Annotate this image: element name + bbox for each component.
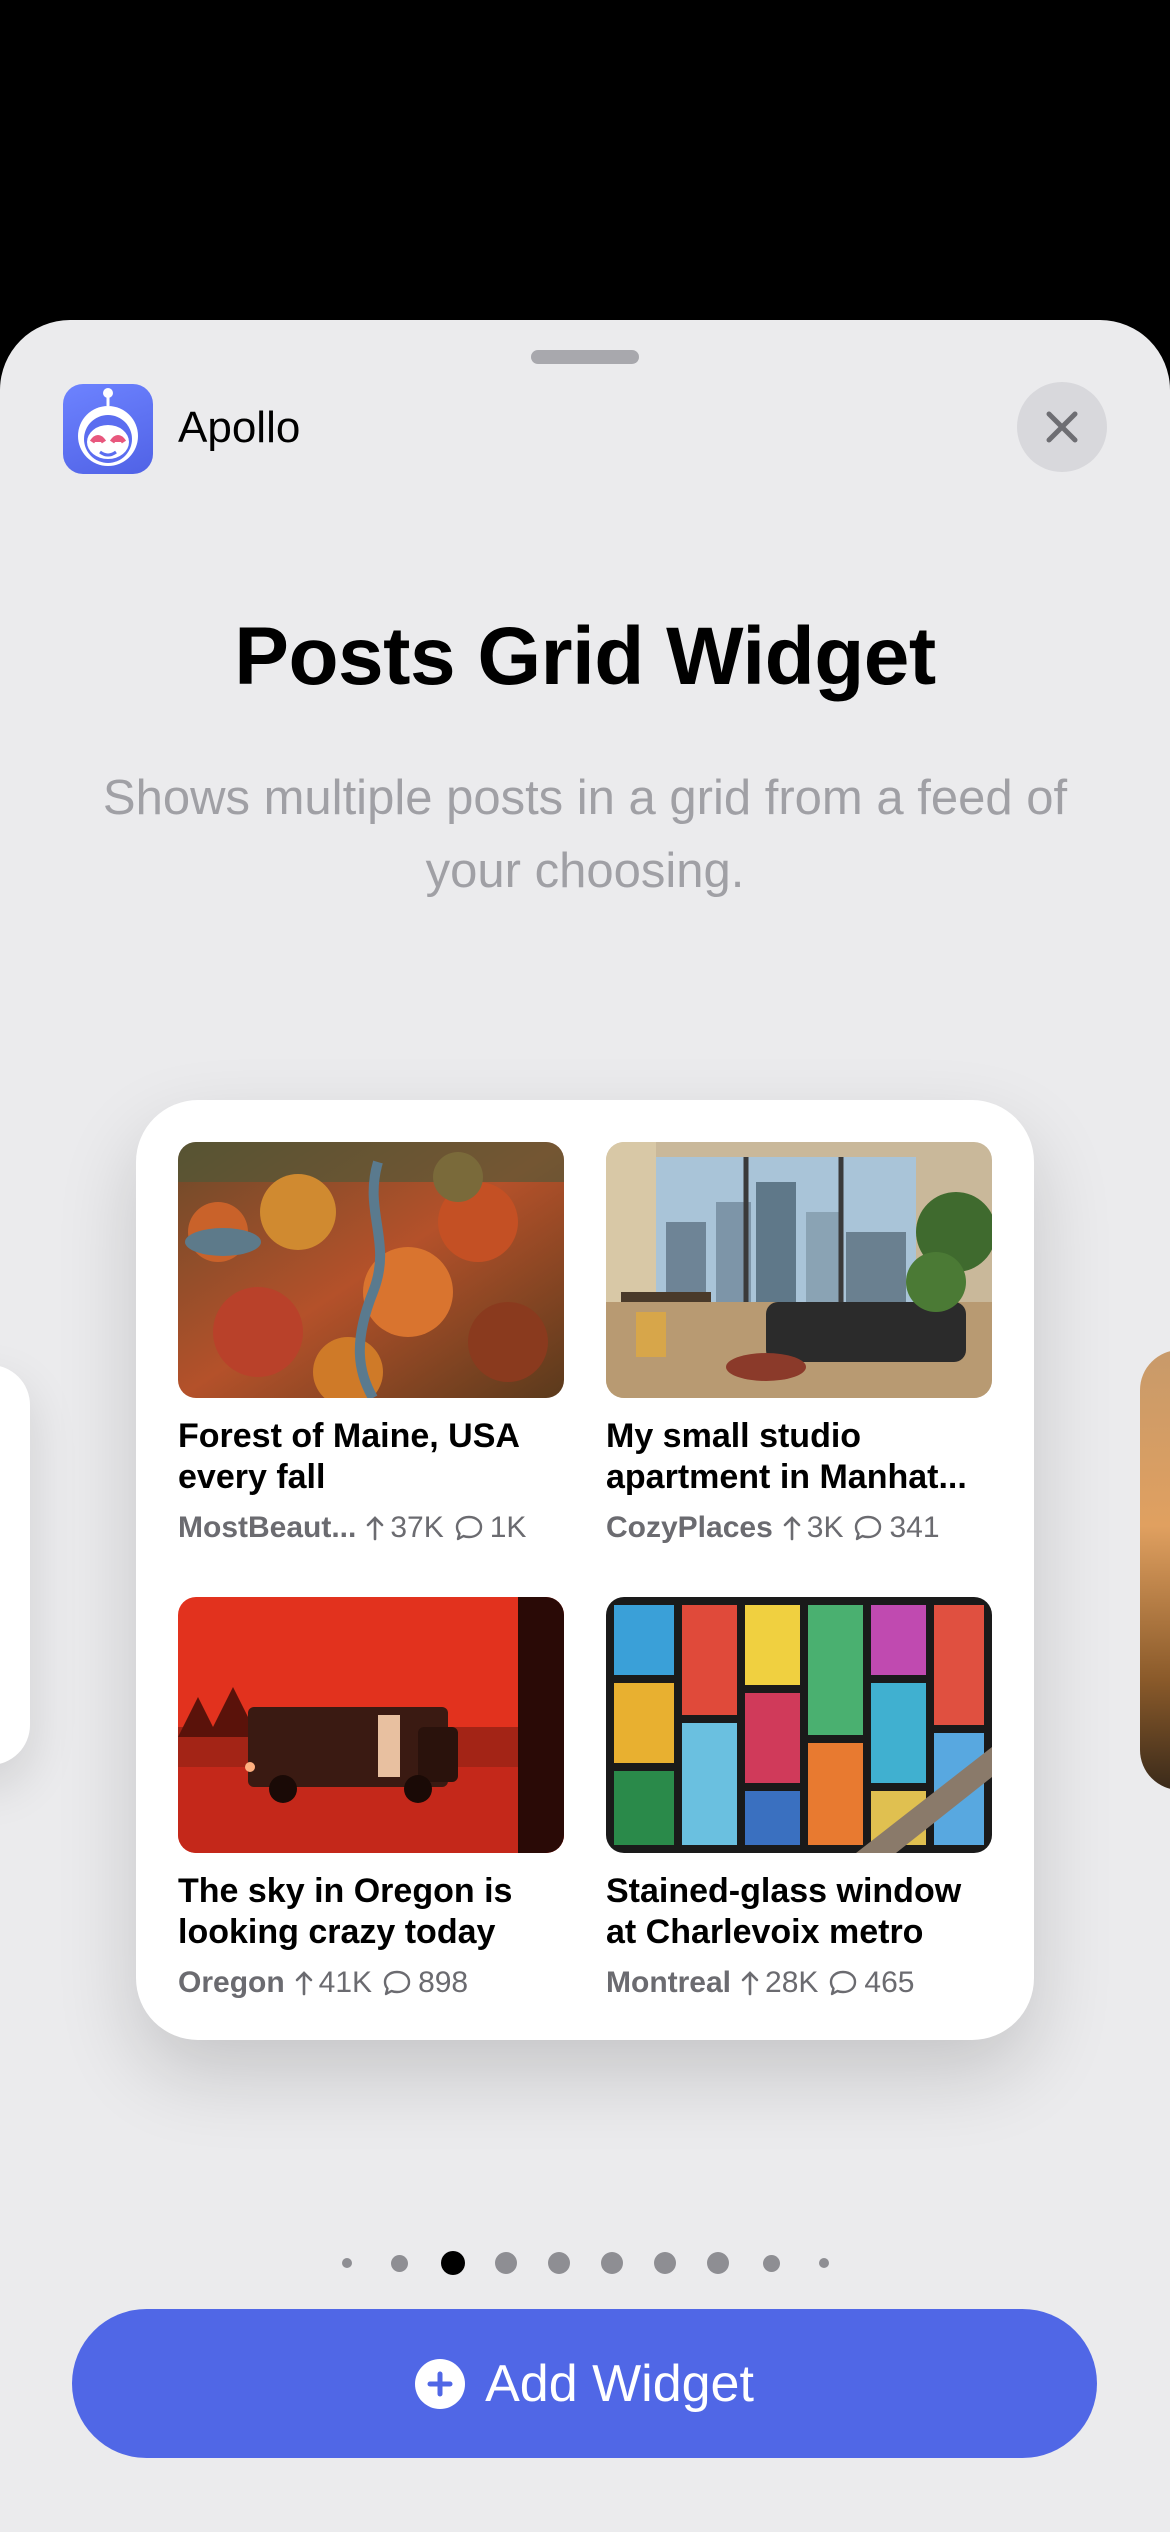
stained-glass-window-image	[606, 1597, 992, 1853]
add-widget-button[interactable]: Add Widget	[72, 2309, 1097, 2458]
post-subreddit: MostBeaut...	[178, 1511, 357, 1544]
apollo-robot-icon	[63, 384, 153, 474]
page-dot[interactable]	[819, 2258, 829, 2268]
post-upvotes: 28K	[765, 1966, 819, 1999]
comment-bubble-icon	[454, 1514, 484, 1542]
page-dot[interactable]	[707, 2252, 729, 2274]
upvote-arrow-icon	[295, 1970, 313, 1996]
post-thumbnail	[178, 1597, 564, 1853]
autumn-forest-aerial-image	[178, 1142, 564, 1398]
page-indicator[interactable]	[0, 2243, 1170, 2283]
post-meta: CozyPlaces 3K 341	[606, 1508, 992, 1548]
upvote-arrow-icon	[366, 1515, 384, 1541]
page-dot[interactable]	[762, 2254, 780, 2272]
upvote-arrow-icon	[741, 1970, 759, 1996]
post-comments: 898	[418, 1966, 469, 1999]
posts-grid-widget-preview[interactable]: Forest of Maine, USA every fall MostBeau…	[136, 1100, 1034, 2040]
post-thumbnail	[606, 1142, 992, 1398]
plus-circle-icon	[415, 2358, 466, 2409]
page-dot[interactable]	[548, 2252, 570, 2274]
red-sky-delivery-truck-image	[178, 1597, 564, 1853]
post-comments: 1K	[489, 1511, 527, 1544]
close-button[interactable]	[1017, 382, 1107, 472]
post-title: Forest of Maine, USA every fall	[178, 1417, 519, 1496]
widget-description: Shows multiple posts in a grid from a fe…	[102, 771, 1068, 898]
post-card[interactable]: Forest of Maine, USA every fall MostBeau…	[178, 1142, 564, 1548]
previous-widget-preview[interactable]	[0, 1365, 30, 1765]
page-dot[interactable]	[654, 2252, 676, 2274]
post-card[interactable]: Stained-glass window at Charlevoix metro…	[606, 1597, 992, 2003]
post-upvotes: 3K	[806, 1511, 844, 1544]
next-widget-preview[interactable]	[1140, 1350, 1170, 1790]
post-subreddit: CozyPlaces	[606, 1511, 773, 1544]
sheet-grabber[interactable]	[531, 350, 639, 364]
page-dot[interactable]	[495, 2252, 517, 2274]
post-title: My small studio apartment in Manhat...	[606, 1417, 967, 1496]
studio-apartment-view-image	[606, 1142, 992, 1398]
page-dot[interactable]	[342, 2258, 352, 2268]
post-thumbnail	[606, 1597, 992, 1853]
post-subreddit: Oregon	[178, 1966, 285, 1999]
add-widget-label: Add Widget	[485, 2354, 754, 2413]
close-icon	[1046, 411, 1078, 443]
post-comments: 465	[864, 1966, 915, 1999]
widget-title: Posts Grid Widget	[234, 611, 936, 702]
page-dot[interactable]	[601, 2252, 623, 2274]
post-card[interactable]: The sky in Oregon is looking crazy today…	[178, 1597, 564, 2003]
post-card[interactable]: My small studio apartment in Manhat... C…	[606, 1142, 992, 1548]
post-upvotes: 37K	[390, 1511, 444, 1544]
post-thumbnail	[178, 1142, 564, 1398]
post-meta: Oregon 41K 898	[178, 1963, 564, 2003]
post-title: Stained-glass window at Charlevoix metro	[606, 1872, 962, 1951]
post-meta: Montreal 28K 465	[606, 1963, 992, 2003]
upvote-arrow-icon	[783, 1515, 801, 1541]
post-comments: 341	[889, 1511, 940, 1544]
post-title: The sky in Oregon is looking crazy today	[178, 1872, 513, 1951]
post-upvotes: 41K	[318, 1966, 373, 1999]
comment-bubble-icon	[828, 1969, 858, 1997]
post-subreddit: Montreal	[606, 1966, 732, 1999]
app-name: Apollo	[178, 403, 301, 452]
post-meta: MostBeaut... 37K 1K	[178, 1508, 564, 1548]
page-dot[interactable]	[441, 2251, 465, 2275]
widget-gallery-sheet: Apollo Posts Grid Widget Shows multiple …	[0, 320, 1170, 2532]
comment-bubble-icon	[382, 1969, 412, 1997]
comment-bubble-icon	[853, 1514, 883, 1542]
page-dot[interactable]	[390, 2254, 408, 2272]
